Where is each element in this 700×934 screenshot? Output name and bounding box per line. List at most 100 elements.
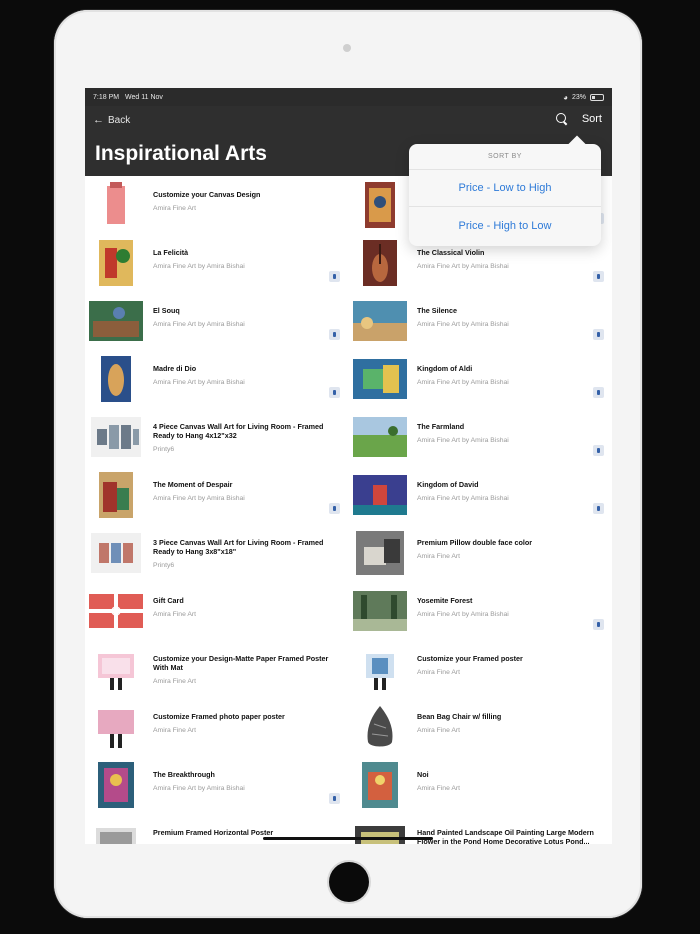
status-time-date: 7:18 PM Wed 11 Nov <box>93 94 163 101</box>
product-seller: Amira Fine Art by Amira Bishai <box>153 495 245 502</box>
product-title: Yosemite Forest <box>417 596 473 605</box>
back-button[interactable]: ← Back <box>93 114 130 126</box>
product-title: Premium Framed Horizontal Poster <box>153 828 274 837</box>
product-seller: Amira Fine Art <box>153 727 197 734</box>
product-item[interactable]: 3 Piece Canvas Wall Art for Living Room … <box>85 524 348 582</box>
product-item[interactable]: Kingdom of Aldi Amira Fine Art by Amira B… <box>349 350 612 408</box>
pillow-art <box>356 531 404 575</box>
product-seller: Amira Fine Art by Amira Bishai <box>153 379 245 386</box>
product-item[interactable]: Bean Bag Chair w/ filling Amira Fine Art <box>349 698 612 756</box>
product-title: The Classical Violin <box>417 248 485 257</box>
canvas-print-art <box>107 182 125 224</box>
product-item[interactable]: Noi Amira Fine Art <box>349 756 612 814</box>
artist-badge-icon <box>593 619 604 630</box>
product-title: Customize Framed photo paper poster <box>153 712 285 721</box>
product-thumbnail <box>353 820 407 844</box>
artist-badge-icon <box>593 271 604 282</box>
product-item[interactable]: Madre di Dio Amira Fine Art by Amira Bish… <box>85 350 348 408</box>
product-seller: Amira Fine Art <box>417 727 461 734</box>
artist-badge-icon <box>593 445 604 456</box>
page-title: Inspirational Arts <box>95 142 267 165</box>
nav-actions: Sort <box>555 113 602 125</box>
product-item[interactable]: 4 Piece Canvas Wall Art for Living Room … <box>85 408 348 466</box>
product-thumbnail <box>353 530 407 576</box>
product-title: Hand Painted Landscape Oil Painting Larg… <box>417 828 594 844</box>
product-title: Premium Pillow double face color <box>417 538 533 547</box>
artist-badge-icon <box>593 329 604 340</box>
product-item[interactable]: The Breakthrough Amira Fine Art by Amira … <box>85 756 348 814</box>
product-item[interactable]: Customize your Design-Matte Paper Framed… <box>85 640 348 698</box>
product-thumbnail <box>353 704 407 750</box>
product-item[interactable]: La Felicità Amira Fine Art by Amira Bisha… <box>85 234 348 292</box>
camera <box>343 44 351 52</box>
product-item[interactable]: Yosemite Forest Amira Fine Art by Amira B… <box>349 582 612 640</box>
product-title: 3 Piece Canvas Wall Art for Living Room … <box>153 538 324 556</box>
product-item[interactable]: Gift Card Amira Fine Art <box>85 582 348 640</box>
product-thumbnail <box>89 530 143 576</box>
product-item[interactable]: The Silence Amira Fine Art by Amira Bisha… <box>349 292 612 350</box>
painting-art <box>353 359 407 399</box>
home-button[interactable] <box>329 862 369 902</box>
painting-art <box>99 472 133 518</box>
product-thumbnail <box>353 298 407 344</box>
painting-art <box>98 762 134 808</box>
ipad-frame: 7:18 PM Wed 11 Nov ◕ 23% ← Back Sort Ins… <box>54 10 642 918</box>
product-thumbnail <box>89 414 143 460</box>
product-seller: Amira Fine Art by Amira Bishai <box>417 263 509 270</box>
canvas-set-art <box>91 533 141 573</box>
product-title: The Silence <box>417 306 457 315</box>
status-time: 7:18 PM <box>93 93 120 101</box>
product-thumbnail <box>89 240 143 286</box>
product-seller: Amira Fine Art by Amira Bishai <box>417 379 509 386</box>
product-title: Kingdom of David <box>417 480 479 489</box>
back-label: Back <box>108 114 131 126</box>
product-thumbnail <box>353 588 407 634</box>
painting-art <box>101 356 131 402</box>
product-title: The Farmland <box>417 422 465 431</box>
product-thumbnail <box>353 646 407 692</box>
product-title: La Felicità <box>153 248 189 257</box>
product-seller: Amira Fine Art by Amira Bishai <box>153 263 245 270</box>
product-item[interactable]: The Moment of Despair Amira Fine Art by A… <box>85 466 348 524</box>
product-item[interactable]: El Souq Amira Fine Art by Amira Bishai <box>85 292 348 350</box>
product-item[interactable]: The Farmland Amira Fine Art by Amira Bish… <box>349 408 612 466</box>
product-title: Madre di Dio <box>153 364 197 373</box>
sort-button[interactable]: Sort <box>582 113 602 125</box>
app-screen: 7:18 PM Wed 11 Nov ◕ 23% ← Back Sort Ins… <box>85 88 612 844</box>
product-thumbnail <box>89 820 143 844</box>
product-item[interactable]: Customize your Canvas Design Amira Fine A… <box>85 176 348 234</box>
product-seller: Amira Fine Art <box>153 205 197 212</box>
product-seller: Amira Fine Art by Amira Bishai <box>417 437 509 444</box>
product-thumbnail <box>353 762 407 808</box>
product-thumbnail <box>353 182 407 228</box>
search-icon[interactable] <box>555 113 568 125</box>
wifi-icon: ◕ <box>563 92 568 102</box>
painting-art <box>353 475 407 515</box>
product-grid: Customize your Canvas Design Amira Fine A… <box>85 176 612 844</box>
product-item[interactable]: Customize your Framed poster Amira Fine A… <box>349 640 612 698</box>
product-thumbnail <box>89 472 143 518</box>
artist-badge-icon <box>329 503 340 514</box>
product-seller: Amira Fine Art <box>417 669 461 676</box>
product-thumbnail <box>89 356 143 402</box>
product-seller: Amira Fine Art by Amira Bishai <box>417 321 509 328</box>
home-indicator[interactable] <box>263 837 433 840</box>
artist-badge-icon <box>329 271 340 282</box>
product-title: Bean Bag Chair w/ filling <box>417 712 502 721</box>
product-seller: Printy6 <box>153 446 175 453</box>
product-seller: Printy6 <box>153 562 175 569</box>
product-thumbnail <box>353 414 407 460</box>
product-title: Customize your Framed poster <box>417 654 523 663</box>
product-item[interactable]: Customize Framed photo paper poster Amira… <box>85 698 348 756</box>
product-seller: Amira Fine Art <box>417 785 461 792</box>
product-title: The Breakthrough <box>153 770 215 779</box>
product-thumbnail <box>353 356 407 402</box>
sort-header: SORT BY <box>409 144 601 170</box>
product-item[interactable]: Kingdom of David Amira Fine Art by Amira … <box>349 466 612 524</box>
product-item[interactable]: Premium Pillow double face color Amira Fi… <box>349 524 612 582</box>
sort-option-low-high[interactable]: Price - Low to High <box>409 170 601 207</box>
product-title: Customize your Canvas Design <box>153 190 261 199</box>
back-arrow-icon: ← <box>93 114 104 126</box>
product-thumbnail <box>89 588 143 634</box>
sort-option-high-low[interactable]: Price - High to Low <box>409 207 601 244</box>
